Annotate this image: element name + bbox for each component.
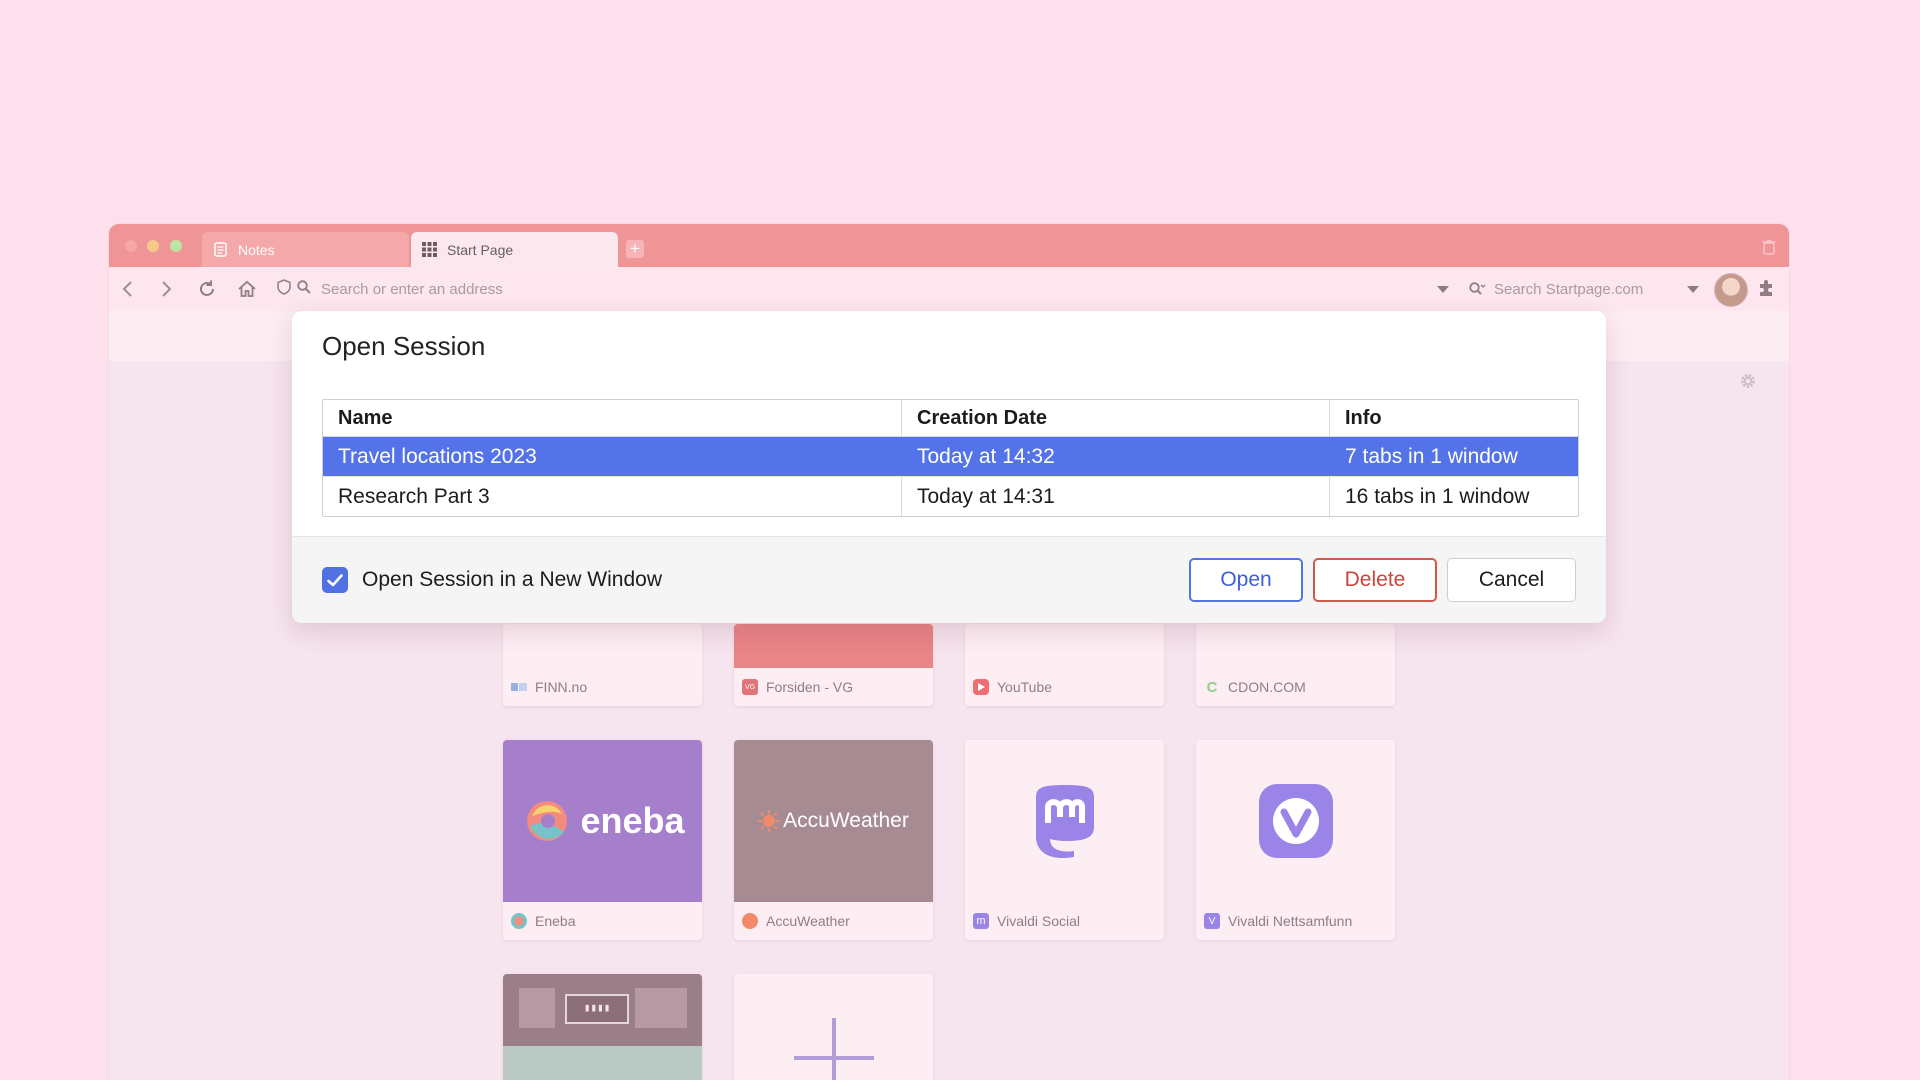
eneba-icon — [511, 913, 527, 929]
search-field[interactable]: Search Startpage.com — [1469, 275, 1709, 303]
trash-icon[interactable] — [1762, 239, 1776, 260]
speed-dial-label: Forsiden - VG — [766, 679, 854, 695]
mastodon-logo — [1035, 785, 1094, 859]
finn-icon — [511, 679, 527, 695]
notes-icon — [212, 242, 228, 258]
youtube-icon — [973, 679, 989, 695]
session-name: Travel locations 2023 — [323, 437, 902, 476]
grid-icon — [421, 242, 437, 258]
back-icon[interactable] — [115, 277, 139, 301]
speed-dial-eneba[interactable]: eneba Eneba — [503, 740, 702, 940]
speed-dial-finn[interactable]: FINN.no — [503, 624, 702, 706]
cdon-icon: C — [1206, 678, 1218, 696]
address-placeholder: Search or enter an address — [321, 280, 503, 298]
new-window-checkbox[interactable] — [322, 567, 348, 593]
vivaldi-icon: V — [1204, 913, 1220, 929]
game-start-sign: ▮▮▮▮ — [565, 994, 629, 1024]
accuweather-wordmark: AccuWeather — [783, 809, 909, 832]
tab-start-page-label: Start Page — [447, 241, 514, 258]
eneba-logo — [527, 801, 568, 841]
speed-dial-label: Vivaldi Social — [997, 913, 1081, 929]
session-info: 7 tabs in 1 window — [1345, 444, 1518, 468]
speed-dial-vg[interactable]: VG Forsiden - VG — [734, 624, 933, 706]
zoom-window-button[interactable] — [170, 240, 182, 252]
accuweather-logo — [758, 810, 781, 832]
avatar[interactable] — [1714, 273, 1748, 307]
session-info: 16 tabs in 1 window — [1345, 484, 1530, 508]
reload-icon[interactable] — [195, 277, 219, 301]
column-header-name[interactable]: Name — [323, 400, 902, 436]
tab-start-page[interactable]: Start Page — [411, 232, 618, 267]
session-table: Name Creation Date Info Travel locations… — [322, 399, 1579, 517]
dialog-footer: Open Session in a New Window Open Delete… — [292, 536, 1606, 623]
speed-dial-label: YouTube — [997, 679, 1053, 695]
dialog-title: Open Session — [322, 331, 486, 361]
plus-icon — [794, 1018, 874, 1080]
session-name: Research Part 3 — [323, 477, 902, 516]
search-engine-icon[interactable] — [1469, 282, 1486, 296]
speed-dial-label: CDON.COM — [1228, 679, 1306, 695]
column-header-date[interactable]: Creation Date — [902, 400, 1330, 436]
delete-button[interactable]: Delete — [1313, 558, 1437, 602]
session-date: Today at 14:32 — [902, 437, 1330, 476]
gear-icon[interactable] — [1739, 372, 1757, 395]
speed-dial-label: Eneba — [535, 913, 576, 929]
cancel-button[interactable]: Cancel — [1447, 558, 1576, 602]
address-bar[interactable]: Search or enter an address — [277, 275, 1467, 303]
speed-dial-label: AccuWeather — [766, 913, 850, 929]
speed-dial-cdon[interactable]: C CDON.COM — [1196, 624, 1395, 706]
mastodon-icon: m — [973, 913, 989, 929]
vg-icon: VG — [742, 679, 758, 695]
extensions-icon[interactable] — [1757, 279, 1775, 302]
speed-dial-game[interactable]: ▮▮▮▮ — [503, 974, 702, 1080]
vivaldi-logo — [1258, 784, 1333, 858]
new-window-label[interactable]: Open Session in a New Window — [362, 568, 662, 592]
eneba-wordmark: eneba — [580, 800, 685, 841]
speed-dial-label: FINN.no — [535, 679, 588, 695]
speed-dial-vivaldi-social[interactable]: m Vivaldi Social — [965, 740, 1164, 940]
open-button[interactable]: Open — [1189, 558, 1303, 602]
speed-dial-youtube[interactable]: YouTube — [965, 624, 1164, 706]
close-window-button[interactable] — [125, 240, 137, 252]
shield-icon[interactable] — [277, 279, 291, 299]
search-icon — [297, 280, 311, 298]
table-header: Name Creation Date Info — [323, 400, 1578, 437]
speed-dial-vivaldi-nettsamfunn[interactable]: V Vivaldi Nettsamfunn — [1196, 740, 1395, 940]
minimize-window-button[interactable] — [147, 240, 159, 252]
open-session-dialog: Open Session Name Creation Date Info Tra… — [292, 311, 1606, 623]
column-header-info[interactable]: Info — [1330, 400, 1578, 436]
speed-dial-accuweather[interactable]: AccuWeather AccuWeather — [734, 740, 933, 940]
table-row[interactable]: Travel locations 2023 Today at 14:32 7 t… — [323, 437, 1578, 476]
accuweather-icon — [742, 913, 758, 929]
navigation-bar: Search or enter an address Search Startp… — [109, 267, 1789, 311]
tab-notes-label: Notes — [238, 241, 275, 258]
add-speed-dial-button[interactable] — [734, 974, 933, 1080]
forward-icon[interactable] — [155, 277, 179, 301]
search-dropdown-icon[interactable] — [1687, 286, 1699, 293]
new-tab-button[interactable]: + — [626, 240, 644, 258]
table-row[interactable]: Research Part 3 Today at 14:31 16 tabs i… — [323, 476, 1578, 516]
session-date: Today at 14:31 — [902, 477, 1330, 516]
title-bar: Notes Start Page + — [109, 224, 1789, 267]
speed-dial-label: Vivaldi Nettsamfunn — [1228, 913, 1353, 929]
search-placeholder: Search Startpage.com — [1494, 280, 1644, 298]
tab-notes[interactable]: Notes — [202, 232, 409, 267]
address-dropdown-icon[interactable] — [1437, 286, 1449, 293]
home-icon[interactable] — [235, 277, 259, 301]
checkmark-icon — [327, 573, 343, 586]
